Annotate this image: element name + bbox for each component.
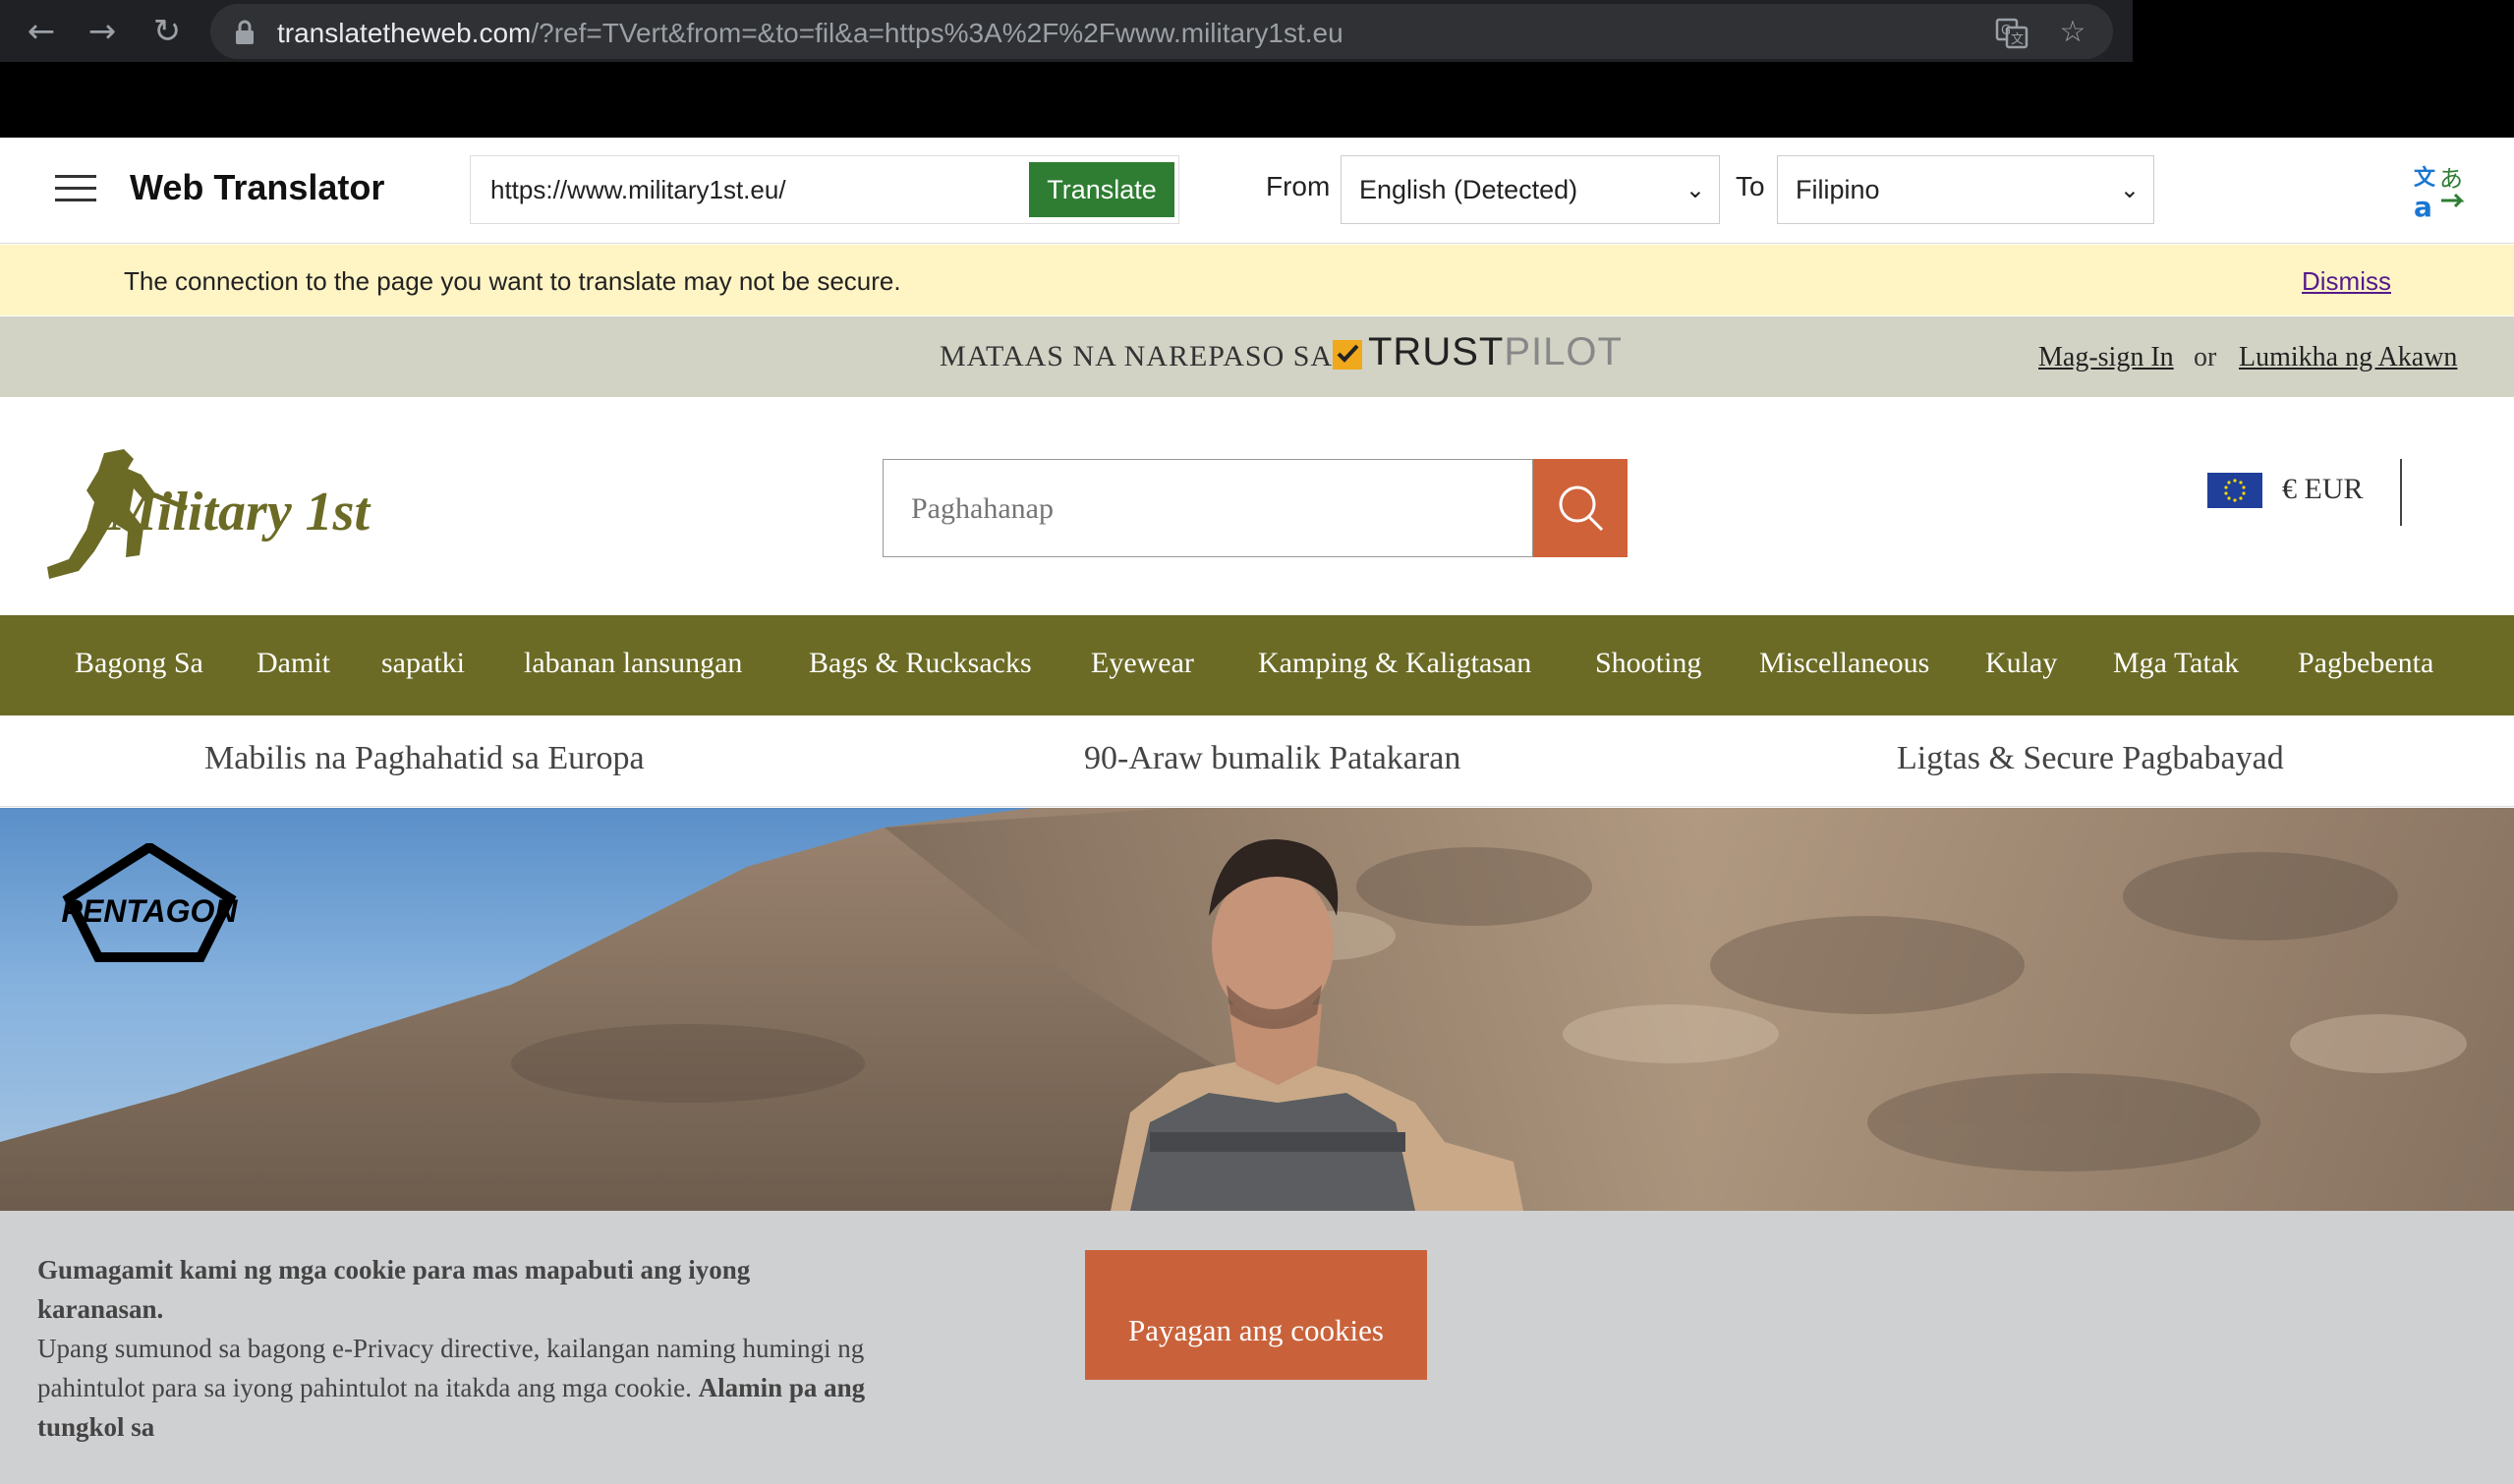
nav-item-misc[interactable]: Miscellaneous: [1759, 647, 1929, 680]
hero-banner[interactable]: PENTAGON: [0, 808, 2514, 1211]
search-field[interactable]: [883, 459, 1533, 557]
trustpilot-logo[interactable]: TRUSTPILOT: [1368, 330, 1623, 374]
logo-text: Military 1st: [107, 482, 371, 542]
url-path: /?ref=TVert&from=&to=fil&a=https%3A%2F%2…: [531, 18, 1343, 48]
pentagon-brand-logo[interactable]: PENTAGON: [33, 843, 265, 965]
to-language-select[interactable]: Filipino ⌄: [1777, 155, 2154, 224]
sign-in-link[interactable]: Mag-sign In: [2038, 342, 2174, 373]
translator-title: Web Translator: [130, 167, 385, 207]
main-navigation: Bagong Sa Damit sapatki labanan lansunga…: [0, 615, 2514, 715]
chevron-down-icon: ⌄: [2119, 176, 2140, 203]
usp-bar: Mabilis na Paghahatid sa Europa 90-Araw …: [0, 716, 2514, 807]
search-button[interactable]: [1533, 459, 1628, 557]
url-host: translatetheweb.com: [277, 18, 532, 48]
menu-icon[interactable]: [55, 175, 96, 204]
cookie-body: Upang sumunod sa bagong e-Privacy direct…: [37, 1329, 902, 1447]
dismiss-link[interactable]: Dismiss: [2302, 266, 2391, 297]
nav-item-eyewear[interactable]: Eyewear: [1091, 647, 1194, 680]
usp-delivery: Mabilis na Paghahatid sa Europa: [204, 740, 645, 776]
eu-flag-icon[interactable]: [2207, 473, 2262, 508]
from-language-select[interactable]: English (Detected) ⌄: [1341, 155, 1720, 224]
top-info-bar: MATAAS NA NAREPASO SA TRUSTPILOT Mag-sig…: [0, 316, 2514, 397]
currency-selector[interactable]: € EUR: [2282, 473, 2364, 506]
from-language-value: English (Detected): [1359, 175, 1578, 204]
military1st-logo[interactable]: Military 1st: [43, 445, 387, 583]
nav-item-footwear[interactable]: sapatki: [381, 647, 465, 680]
bookmark-star-icon[interactable]: ☆: [2056, 16, 2089, 49]
translate-button[interactable]: Translate: [1029, 162, 1174, 217]
browser-toolbar: ← → ↻ translatetheweb.com/?ref=TVert&fro…: [0, 0, 2133, 62]
nav-item-shooting[interactable]: Shooting: [1595, 647, 1701, 680]
translator-logo-icon[interactable]: 文 あ a: [2412, 161, 2471, 220]
nav-item-sale[interactable]: Pagbebenta: [2298, 647, 2433, 680]
review-text: MATAAS NA NAREPASO SA: [940, 340, 1334, 372]
nav-item-clothing[interactable]: Damit: [257, 647, 330, 680]
lock-icon: [236, 20, 254, 44]
usp-payment: Ligtas & Secure Pagbabayad: [1897, 740, 2284, 776]
to-language-value: Filipino: [1796, 175, 1880, 204]
trustpilot-pilot: PILOT: [1504, 330, 1623, 373]
cookie-title: Gumagamit kami ng mga cookie para mas ma…: [37, 1255, 751, 1324]
nav-item-combat-gear[interactable]: labanan lansungan: [524, 647, 742, 680]
allow-cookies-button[interactable]: Payagan ang cookies: [1085, 1250, 1427, 1380]
reload-icon[interactable]: ↻: [147, 12, 187, 51]
address-bar[interactable]: translatetheweb.com/?ref=TVert&from=&to=…: [210, 4, 2113, 59]
svg-text:あ: あ: [2439, 165, 2463, 193]
nav-item-brands[interactable]: Mga Tatak: [2113, 647, 2239, 680]
from-label: From: [1266, 171, 1331, 201]
address-url[interactable]: translatetheweb.com/?ref=TVert&from=&to=…: [277, 18, 1343, 49]
security-warning-bar: The connection to the page you want to t…: [0, 245, 2514, 315]
svg-text:文: 文: [2011, 32, 2024, 47]
translator-bar: Web Translator Translate From English (D…: [0, 138, 2514, 244]
translate-page-icon[interactable]: G 文: [1995, 16, 2028, 49]
browser-chrome: ← → ↻ translatetheweb.com/?ref=TVert&fro…: [0, 0, 2514, 138]
nav-item-camping[interactable]: Kamping & Kaligtasan: [1258, 647, 1531, 680]
cookie-banner: Gumagamit kami ng mga cookie para mas ma…: [0, 1211, 2514, 1484]
hero-image: [0, 808, 2514, 1211]
svg-text:G: G: [2001, 24, 2011, 38]
nav-item-bags[interactable]: Bags & Rucksacks: [809, 647, 1032, 680]
to-label: To: [1736, 171, 1765, 201]
warning-text: The connection to the page you want to t…: [124, 266, 901, 296]
search-icon: [1559, 485, 1604, 532]
url-form: Translate: [470, 155, 1179, 224]
nav-item-colour[interactable]: Kulay: [1985, 647, 2057, 680]
pentagon-brand-text: PENTAGON: [62, 893, 239, 929]
or-text: or: [2194, 342, 2217, 372]
chevron-down-icon: ⌄: [1685, 176, 1705, 203]
create-account-link[interactable]: Lumikha ng Akawn: [2239, 342, 2457, 373]
site-header: Military 1st € EUR: [0, 398, 2514, 614]
forward-arrow-icon[interactable]: →: [83, 12, 122, 51]
trustpilot-trust: TRUST: [1368, 330, 1505, 373]
svg-text:a: a: [2414, 191, 2432, 220]
nav-item-new[interactable]: Bagong Sa: [75, 647, 203, 680]
header-divider: [2400, 459, 2402, 526]
trustpilot-star-icon: [1333, 340, 1362, 370]
usp-returns: 90-Araw bumalik Patakaran: [1084, 740, 1461, 776]
svg-text:文: 文: [2414, 165, 2436, 191]
back-arrow-icon[interactable]: ←: [22, 12, 61, 51]
search-input[interactable]: [911, 489, 1501, 529]
translate-url-input[interactable]: [490, 172, 1001, 207]
